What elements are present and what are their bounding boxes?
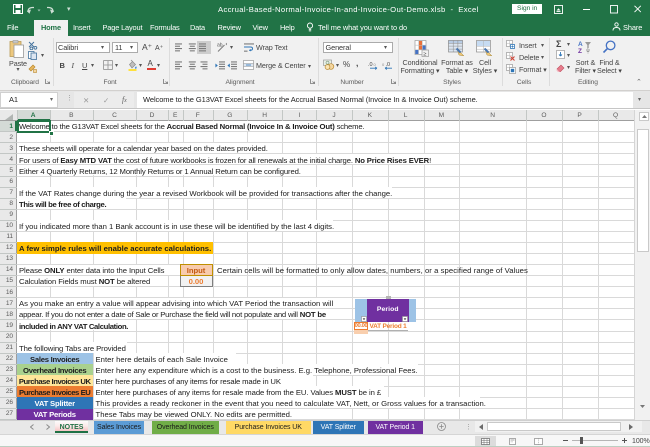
svg-text:≥: ≥ xyxy=(423,51,426,57)
svg-text:.0: .0 xyxy=(368,62,373,68)
svg-text:ab: ab xyxy=(217,42,223,48)
svg-text:A: A xyxy=(578,41,583,48)
svg-text:0: 0 xyxy=(374,62,377,67)
svg-text:Z: Z xyxy=(578,48,582,54)
